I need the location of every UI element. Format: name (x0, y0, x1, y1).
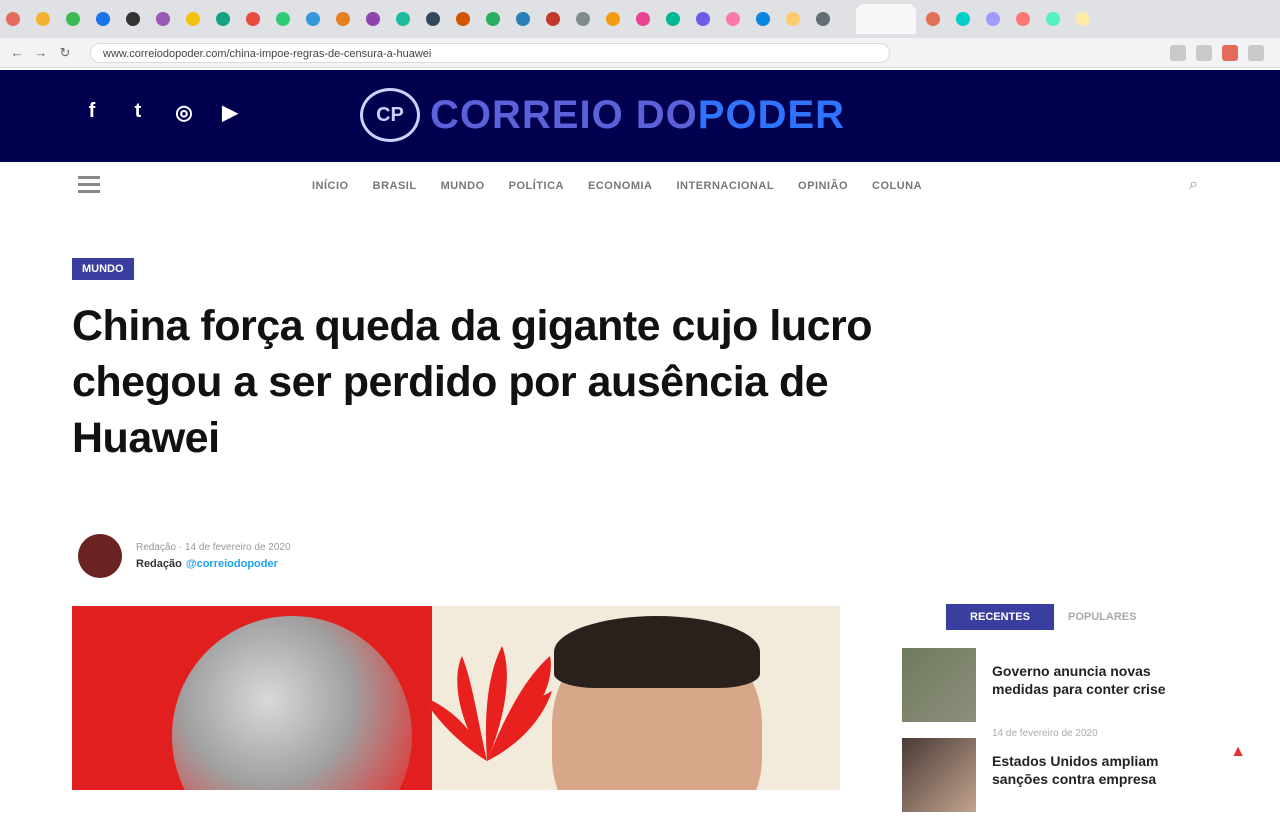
logo-text-part1: CORREIO DO (430, 93, 698, 137)
tab-favicon-icon[interactable] (66, 12, 80, 26)
tab-favicon-icon[interactable] (36, 12, 50, 26)
tab-recent[interactable]: Recentes (946, 604, 1054, 630)
nav-item[interactable]: Economia (588, 180, 653, 192)
sidebar-widget: Recentes Populares Governo anuncia novas… (900, 600, 1200, 812)
extension-icon[interactable] (1248, 45, 1264, 61)
post-title[interactable]: Governo anuncia novas medidas para conte… (992, 662, 1188, 698)
nav-menu: Início Brasil Mundo Política Economia In… (312, 180, 922, 192)
tab-favicon-icon[interactable] (986, 12, 1000, 26)
twitter-handle[interactable]: @correiodopoder (186, 558, 278, 570)
reload-icon[interactable]: ↻ (58, 45, 72, 60)
site-header: f t ◎ ▶ CP CORREIO DOPODER (0, 70, 1280, 162)
tab-favicon-icon[interactable] (546, 12, 560, 26)
post-date: Redação · 14 de fevereiro de 2020 (136, 542, 291, 553)
tab-favicon-icon[interactable] (756, 12, 770, 26)
tab-favicon-icon[interactable] (96, 12, 110, 26)
tab-favicon-icon[interactable] (696, 12, 710, 26)
tab-popular[interactable]: Populares (1068, 611, 1136, 623)
list-item[interactable]: Governo anuncia novas medidas para conte… (900, 648, 1200, 728)
browser-tabstrip (0, 0, 1280, 38)
tab-favicon-icon[interactable] (336, 12, 350, 26)
article-title: China força queda da gigante cujo lucro … (72, 302, 873, 462)
address-bar[interactable]: www.correiodopoder.com/china-impoe-regra… (90, 42, 890, 63)
site-logo-emblem[interactable]: CP (360, 88, 420, 142)
browser-toolbar: ← → ↻ www.correiodopoder.com/china-impoe… (0, 38, 1280, 68)
browser-extensions (1170, 45, 1264, 61)
list-item[interactable]: Estados Unidos ampliam sanções contra em… (900, 738, 1200, 818)
tab-favicon-icon[interactable] (486, 12, 500, 26)
tab-favicon-icon[interactable] (276, 12, 290, 26)
tab-favicon-icon[interactable] (1046, 12, 1060, 26)
nav-item[interactable]: Internacional (676, 180, 774, 192)
youtube-icon[interactable]: ▶ (220, 100, 240, 125)
post-thumbnail[interactable] (902, 738, 976, 812)
tab-favicon-icon[interactable] (186, 12, 200, 26)
tab-favicon-icon[interactable] (306, 12, 320, 26)
tab-favicon-icon[interactable] (516, 12, 530, 26)
extension-icon[interactable] (1170, 45, 1186, 61)
logo-text-part2: PODER (697, 93, 846, 137)
tab-favicon-icon[interactable] (156, 12, 170, 26)
tab-favicon-icon[interactable] (216, 12, 230, 26)
author-name[interactable]: Redação @correiodopoder (136, 558, 278, 570)
nav-item[interactable]: Brasil (373, 180, 417, 192)
tab-favicon-icon[interactable] (456, 12, 470, 26)
author-avatar[interactable] (78, 534, 122, 578)
person-hair (554, 616, 760, 688)
nav-item[interactable]: Política (509, 180, 564, 192)
facebook-icon[interactable]: f (82, 100, 102, 125)
post-date: 14 de fevereiro de 2020 (992, 728, 1098, 739)
nav-item[interactable]: Coluna (872, 180, 922, 192)
tab-favicon-icon[interactable] (726, 12, 740, 26)
scroll-to-top-button[interactable]: ▲ (1226, 740, 1250, 764)
tab-favicon-icon[interactable] (666, 12, 680, 26)
tab-favicon-icon[interactable] (1016, 12, 1030, 26)
social-links: f t ◎ ▶ (82, 100, 240, 125)
tab-favicon-icon[interactable] (6, 12, 20, 26)
tab-favicon-icon[interactable] (1076, 12, 1090, 26)
instagram-icon[interactable]: ◎ (174, 100, 194, 125)
featured-image (72, 606, 840, 790)
nav-item[interactable]: Opinião (798, 180, 848, 192)
tab-favicon-icon[interactable] (576, 12, 590, 26)
tab-favicon-icon[interactable] (956, 12, 970, 26)
tab-favicon-icon[interactable] (396, 12, 410, 26)
main-navigation: Início Brasil Mundo Política Economia In… (0, 170, 1280, 206)
hamburger-menu-icon[interactable] (78, 176, 100, 197)
back-icon[interactable]: ← (10, 45, 24, 60)
nav-item[interactable]: Início (312, 180, 349, 192)
tab-favicon-icon[interactable] (636, 12, 650, 26)
search-icon[interactable]: ⌕ (1189, 176, 1198, 194)
extension-icon[interactable] (1222, 45, 1238, 61)
tab-favicon-icon[interactable] (606, 12, 620, 26)
twitter-icon[interactable]: t (128, 100, 148, 125)
post-thumbnail[interactable] (902, 648, 976, 722)
tab-favicon-icon[interactable] (816, 12, 830, 26)
site-logo[interactable]: CORREIO DOPODER (430, 95, 845, 135)
category-badge[interactable]: Mundo (72, 258, 134, 280)
tab-favicon-icon[interactable] (126, 12, 140, 26)
forward-icon[interactable]: → (34, 45, 48, 60)
author-name-text[interactable]: Redação (136, 558, 182, 570)
active-tab[interactable] (856, 4, 916, 34)
tab-favicon-icon[interactable] (426, 12, 440, 26)
tab-favicon-icon[interactable] (926, 12, 940, 26)
extension-icon[interactable] (1196, 45, 1212, 61)
nav-item[interactable]: Mundo (441, 180, 485, 192)
tab-favicon-icon[interactable] (366, 12, 380, 26)
post-title[interactable]: Estados Unidos ampliam sanções contra em… (992, 752, 1188, 788)
tab-favicon-icon[interactable] (246, 12, 260, 26)
tab-favicon-icon[interactable] (786, 12, 800, 26)
